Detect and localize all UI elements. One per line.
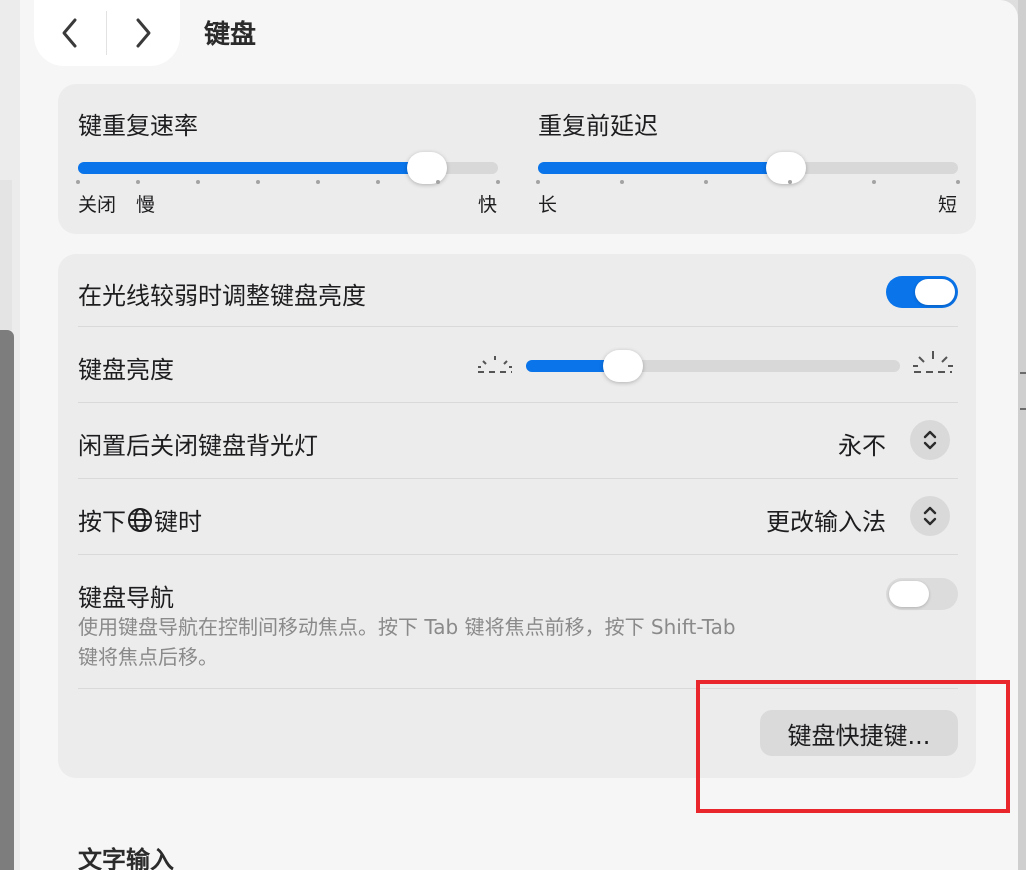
slider-tick <box>536 180 540 184</box>
brightness-high-icon <box>913 351 953 373</box>
row-divider <box>78 478 958 479</box>
keyboard-navigation-toggle[interactable] <box>886 578 958 610</box>
sidebar-light-region <box>0 180 12 330</box>
chevron-left-icon <box>62 18 77 48</box>
keyboard-navigation-description-line1: 使用键盘导航在控制间移动焦点。按下 Tab 键将焦点前移，按下 Shift-Ta… <box>78 615 736 639</box>
keyboard-brightness-label: 键盘亮度 <box>78 356 174 384</box>
slider-tick <box>956 180 960 184</box>
repeat-delay-label: 重复前延迟 <box>538 112 658 140</box>
auto-brightness-toggle[interactable] <box>886 276 958 308</box>
key-repeat-card: 键重复速率 关闭 慢 快 重复前延迟 长 短 <box>58 84 976 234</box>
updown-chevron-icon <box>923 506 937 526</box>
chevron-right-icon <box>136 18 151 48</box>
row-divider <box>78 326 958 327</box>
slider-tick <box>76 180 80 184</box>
slider-tick <box>136 180 140 184</box>
row-divider <box>78 688 958 689</box>
row-divider <box>78 554 958 555</box>
globe-icon <box>128 507 152 532</box>
slider-tick <box>376 180 380 184</box>
settings-window: 键盘 键重复速率 关闭 慢 快 重复前延迟 长 短 在光线较弱时调整键盘亮度 键… <box>20 0 1018 870</box>
slider-tick <box>256 180 260 184</box>
row-divider <box>78 402 958 403</box>
toggle-thumb <box>889 581 929 607</box>
forward-button[interactable] <box>107 0 179 66</box>
slider-tick <box>788 180 792 184</box>
slider-tick <box>704 180 708 184</box>
slider-tick <box>196 180 200 184</box>
globe-key-label: 按下 键时 <box>78 502 202 537</box>
slider-fill <box>538 162 786 174</box>
key-repeat-rate-slider[interactable] <box>78 152 498 184</box>
back-button[interactable] <box>34 0 106 66</box>
tick-label-slow: 慢 <box>136 194 156 216</box>
sidebar-edge <box>0 0 20 870</box>
globe-key-value[interactable]: 更改输入法 <box>746 502 886 537</box>
slider-tick <box>620 180 624 184</box>
page-title: 键盘 <box>204 20 257 50</box>
backlight-off-value[interactable]: 永不 <box>786 426 886 461</box>
slider-tick <box>436 180 440 184</box>
backlight-off-label: 闲置后关闭键盘背光灯 <box>78 432 318 460</box>
keyboard-shortcuts-button[interactable]: 键盘快捷键... <box>760 710 958 756</box>
toggle-thumb <box>915 279 955 305</box>
tick-label-short: 短 <box>938 194 958 216</box>
backlight-off-popup-button[interactable] <box>910 420 950 460</box>
background-mark <box>1020 408 1026 410</box>
repeat-delay-slider[interactable] <box>538 152 958 184</box>
sidebar-scrollbar[interactable] <box>0 330 14 870</box>
slider-knob[interactable] <box>603 350 644 382</box>
keyboard-settings-card: 在光线较弱时调整键盘亮度 键盘亮度 闲置后关闭键盘背光灯 永不 按下 键时 更改… <box>58 254 976 778</box>
globe-key-label-suffix: 键时 <box>154 508 202 536</box>
text-input-heading: 文字输入 <box>78 846 174 870</box>
tick-label-fast: 快 <box>478 194 498 216</box>
tick-label-off: 关闭 <box>78 194 117 216</box>
navigation-buttons <box>34 0 180 66</box>
keyboard-navigation-description-line2: 键将焦点后移。 <box>78 645 218 669</box>
key-repeat-rate-label: 键重复速率 <box>78 112 198 140</box>
slider-tick <box>496 180 500 184</box>
slider-tick <box>316 180 320 184</box>
background-window-edge <box>1018 0 1026 870</box>
slider-tick <box>872 180 876 184</box>
slider-fill <box>78 162 427 174</box>
globe-key-label-prefix: 按下 <box>78 508 126 536</box>
background-mark <box>1020 372 1026 374</box>
tick-label-long: 长 <box>538 194 558 216</box>
keyboard-brightness-slider[interactable] <box>526 350 900 382</box>
auto-brightness-label: 在光线较弱时调整键盘亮度 <box>78 282 366 310</box>
globe-key-popup-button[interactable] <box>910 496 950 536</box>
slider-knob[interactable] <box>765 152 806 184</box>
slider-knob[interactable] <box>406 152 447 184</box>
updown-chevron-icon <box>923 430 937 450</box>
keyboard-navigation-label: 键盘导航 <box>78 584 174 612</box>
brightness-low-icon <box>478 356 512 373</box>
